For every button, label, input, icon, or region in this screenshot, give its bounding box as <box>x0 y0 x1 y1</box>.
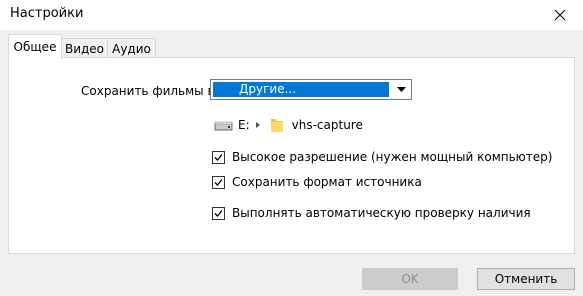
checkbox[interactable] <box>212 150 225 164</box>
folder-icon <box>270 119 283 132</box>
checkbox[interactable] <box>212 175 225 189</box>
checkbox-auto-check[interactable]: Выполнять автоматическую проверку наличи… <box>212 206 531 220</box>
save-location-value: Другие... <box>213 82 389 97</box>
tab-label: Видео <box>64 42 105 56</box>
general-panel: Сохранить фильмы в: Другие... E: vhs-cap… <box>8 57 575 254</box>
checkbox-label: Высокое разрешение (нужен мощный компьют… <box>232 150 553 164</box>
dropdown-arrow-icon <box>396 86 406 92</box>
checkbox-high-resolution[interactable]: Высокое разрешение (нужен мощный компьют… <box>212 150 552 164</box>
drive-label: E: <box>238 118 250 132</box>
ok-button[interactable]: OK <box>362 268 458 290</box>
checkmark-icon <box>214 209 223 217</box>
checkmark-icon <box>214 178 223 186</box>
tab-label: Аудио <box>112 42 151 56</box>
ok-button-label: OK <box>401 272 419 286</box>
save-location-select[interactable]: Другие... <box>210 79 412 100</box>
cancel-button[interactable]: Отменить <box>477 268 575 290</box>
tab-audio[interactable]: Аудио <box>107 38 156 59</box>
tab-label: Общее <box>13 40 57 54</box>
checkbox-label: Сохранить формат источника <box>232 175 422 189</box>
window-title: Настройки <box>10 6 84 21</box>
tab-general[interactable]: Общее <box>8 34 62 59</box>
drive-icon <box>214 121 233 131</box>
close-icon <box>554 9 566 21</box>
checkmark-icon <box>214 153 223 161</box>
checkbox[interactable] <box>212 206 225 220</box>
dropdown-button[interactable] <box>391 80 411 99</box>
folder-label: vhs-capture <box>291 118 363 132</box>
cancel-button-label: Отменить <box>494 272 558 286</box>
path-breadcrumb: E: vhs-capture <box>214 115 363 135</box>
checkbox-label: Выполнять автоматическую проверку наличи… <box>232 206 531 220</box>
save-location-label: Сохранить фильмы в: <box>81 84 219 98</box>
tab-video[interactable]: Видео <box>60 38 109 59</box>
breadcrumb-arrow-icon <box>255 122 260 128</box>
title-bar: Настройки <box>0 0 583 31</box>
close-button[interactable] <box>537 0 583 30</box>
checkbox-keep-source-format[interactable]: Сохранить формат источника <box>212 175 422 189</box>
